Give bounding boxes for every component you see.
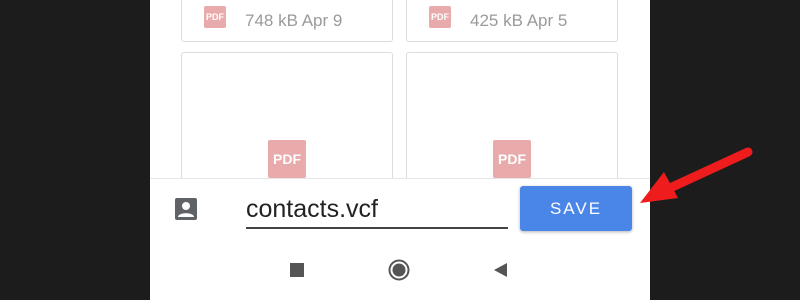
save-button[interactable]: SAVE — [520, 186, 632, 231]
pdf-icon: PDF — [429, 6, 451, 28]
file-card[interactable]: PDF — [181, 52, 393, 194]
file-meta: 748 kB Apr 9 — [245, 11, 343, 30]
filename-input[interactable] — [246, 191, 508, 229]
save-bar: SAVE — [150, 178, 650, 242]
phone-screen: PDF 748 kB Apr 9 PDF 425 kB Apr 5 PDF PD… — [150, 0, 650, 300]
file-card[interactable]: PDF — [406, 52, 618, 194]
annotation-arrow-icon — [640, 147, 753, 203]
triangle-back-icon[interactable] — [492, 261, 510, 279]
pdf-icon: PDF — [204, 6, 226, 28]
square-icon[interactable] — [288, 261, 306, 279]
pdf-icon: PDF — [493, 140, 531, 178]
circle-icon[interactable] — [388, 259, 410, 281]
pdf-icon: PDF — [268, 140, 306, 178]
file-card[interactable]: PDF 748 kB Apr 9 — [181, 0, 393, 42]
system-nav-bar — [150, 241, 650, 300]
account-box-icon[interactable] — [174, 197, 198, 221]
file-meta: 425 kB Apr 5 — [470, 11, 568, 30]
file-card[interactable]: PDF 425 kB Apr 5 — [406, 0, 618, 42]
